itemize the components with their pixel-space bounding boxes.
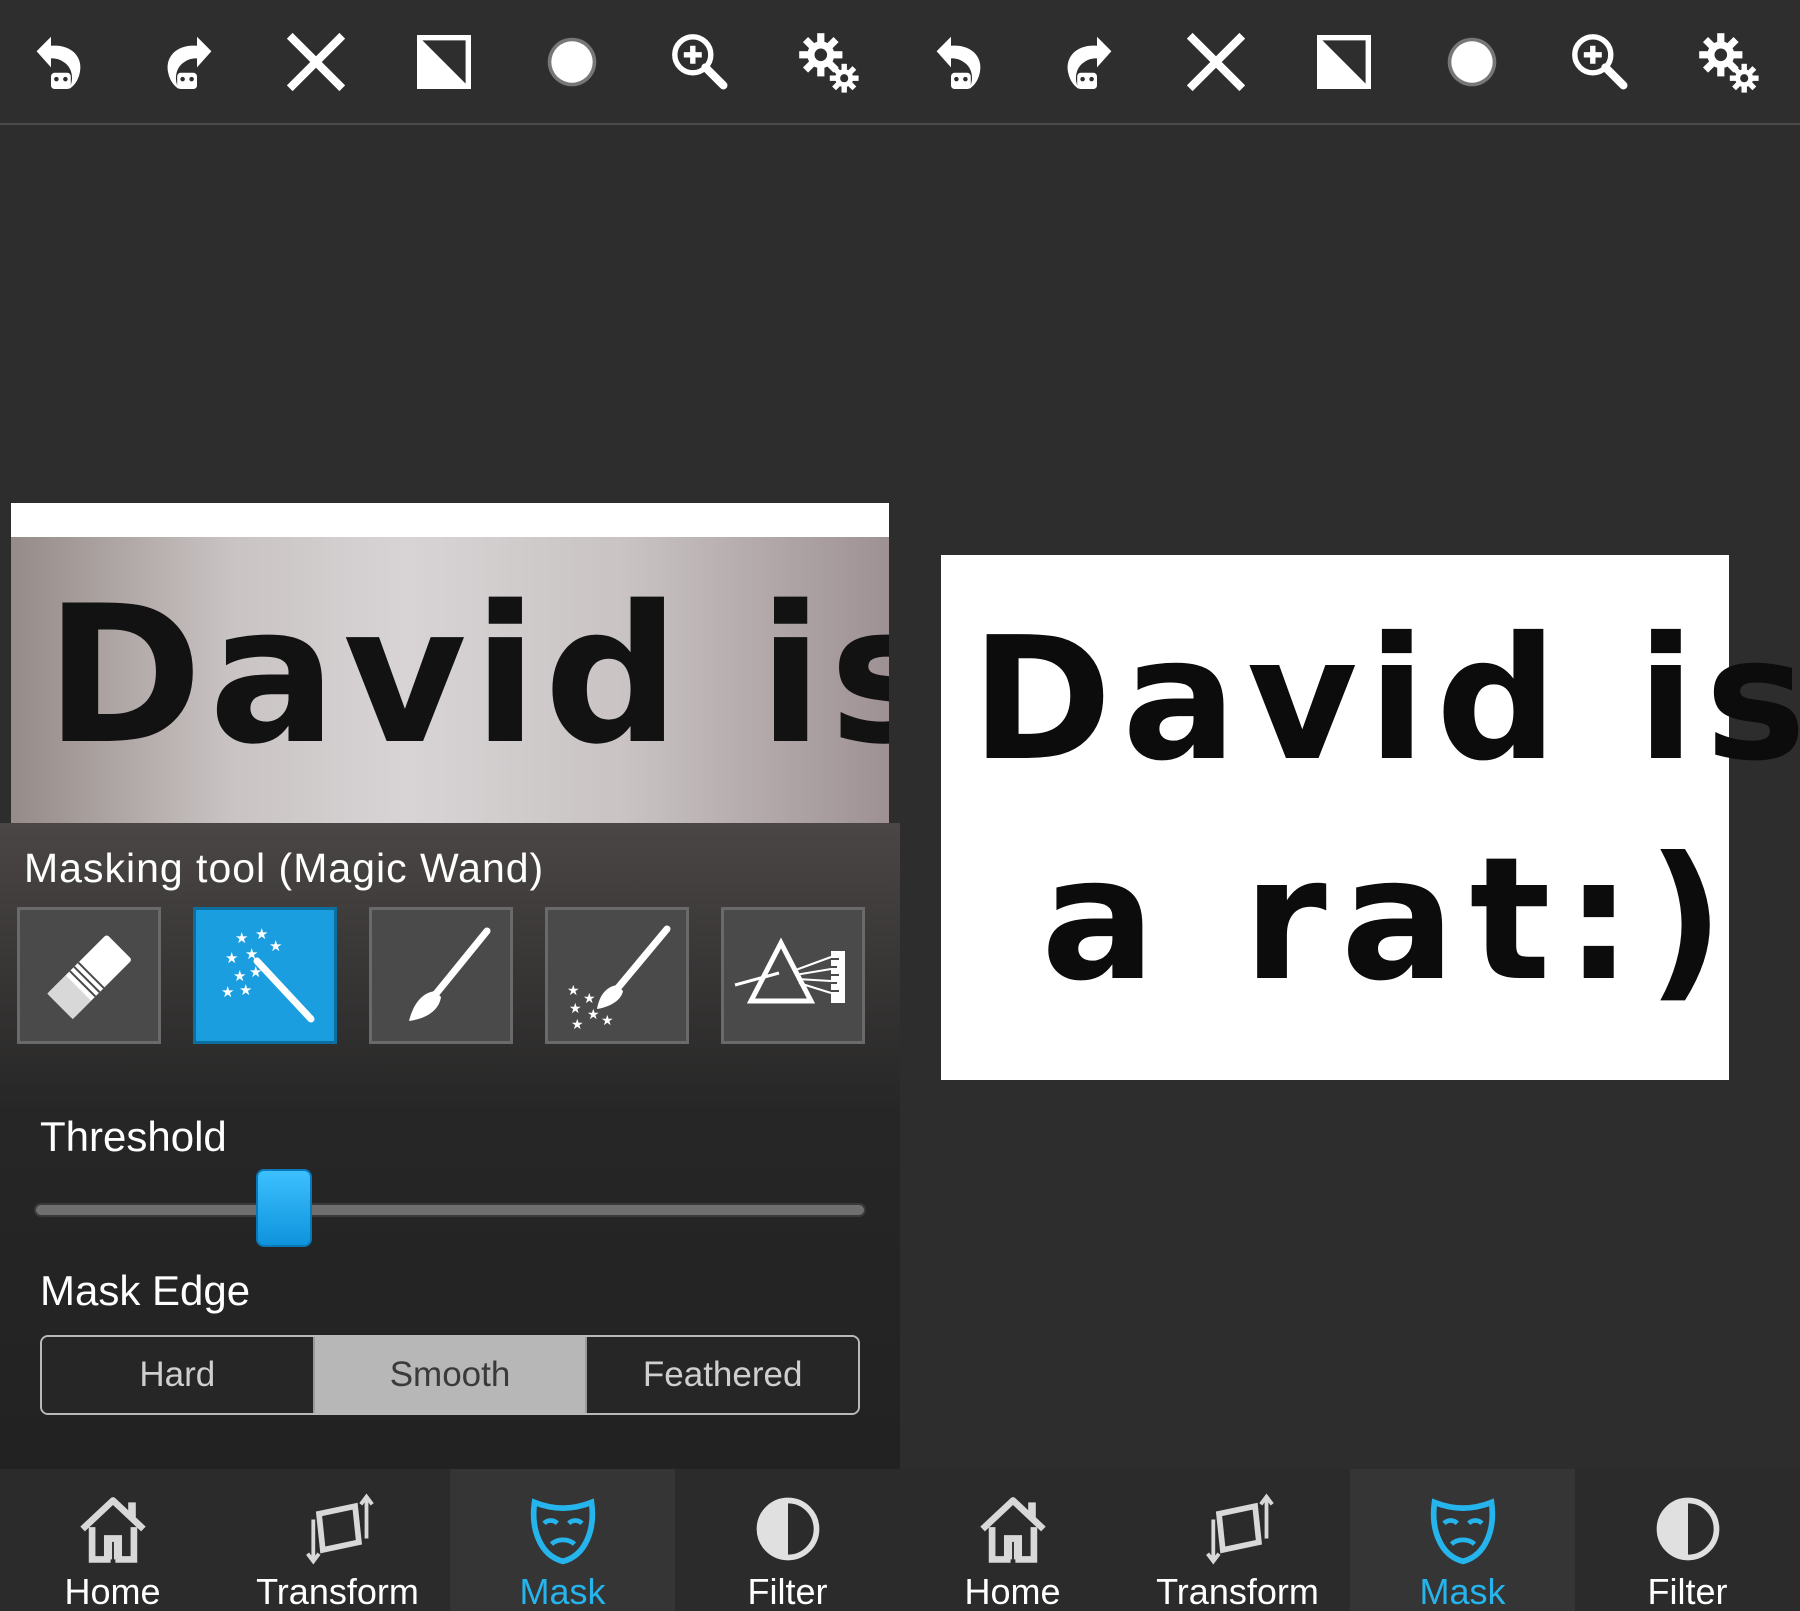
nav-item-filter[interactable]: Filter	[675, 1469, 900, 1611]
photo-top-strip	[11, 503, 889, 537]
nav-label-transform: Transform	[256, 1571, 419, 1611]
nav-item-filter[interactable]: Filter	[1575, 1469, 1800, 1611]
close-icon	[1186, 32, 1246, 92]
mask-edge-smooth[interactable]: Smooth	[312, 1337, 586, 1413]
bottom-navigation: Home Transform Mask Filter	[0, 1469, 900, 1611]
nav-item-transform[interactable]: Transform	[225, 1469, 450, 1611]
undo-button[interactable]	[920, 22, 1000, 102]
eraser-tool-button[interactable]	[17, 907, 161, 1044]
svg-text:★: ★	[571, 1017, 584, 1031]
nav-label-home: Home	[64, 1571, 161, 1611]
svg-text:★: ★	[601, 1013, 614, 1029]
magic-wand-icon: ★ ★★★ ★★ ★★ ★	[221, 925, 315, 1022]
svg-text:★: ★	[583, 991, 596, 1007]
nav-label-home: Home	[964, 1571, 1061, 1611]
svg-text:★: ★	[569, 1001, 582, 1017]
undo-button[interactable]	[20, 22, 100, 102]
filter-icon	[756, 1497, 819, 1561]
brush-size-button[interactable]	[532, 22, 612, 102]
transform-icon	[305, 1493, 374, 1565]
home-icon	[79, 1497, 146, 1563]
bottom-navigation: Home Transform Mask Filter	[900, 1469, 1800, 1611]
sparkle-brush-tool-button[interactable]: ★ ★ ★ ★ ★ ★	[545, 907, 689, 1044]
threshold-slider-thumb[interactable]	[255, 1169, 312, 1247]
nav-item-transform[interactable]: Transform	[1125, 1469, 1350, 1611]
left-screen: David is Masking tool (Magic Wand) ★ ★ ★ ★ ★…	[0, 0, 900, 1611]
masked-result-preview[interactable]: David is a rat:)	[941, 555, 1800, 1080]
redo-icon	[1067, 36, 1112, 89]
brush-size-icon	[1447, 37, 1497, 87]
nav-item-mask[interactable]: Mask	[450, 1469, 675, 1611]
clear-button[interactable]	[276, 22, 356, 102]
redo-button[interactable]	[1048, 22, 1128, 102]
clear-button[interactable]	[1176, 22, 1256, 102]
photo-handwriting: David is	[45, 565, 889, 786]
invert-button[interactable]	[404, 22, 484, 102]
svg-text:★: ★	[225, 949, 238, 967]
brush-size-icon	[547, 37, 597, 87]
mask-edge-label: Mask Edge	[40, 1267, 251, 1314]
mask-icon	[530, 1498, 595, 1565]
settings-icon	[1699, 33, 1759, 93]
zoom-in-icon	[672, 34, 728, 90]
close-icon	[286, 32, 346, 92]
threshold-label: Threshold	[40, 1113, 227, 1160]
nav-item-mask[interactable]: Mask	[1350, 1469, 1575, 1611]
redo-button[interactable]	[148, 22, 228, 102]
top-toolbar	[0, 0, 900, 125]
invert-button[interactable]	[1304, 22, 1384, 102]
nav-item-home[interactable]: Home	[0, 1469, 225, 1611]
brush-size-button[interactable]	[1432, 22, 1512, 102]
zoom-button[interactable]	[1560, 22, 1640, 102]
invert-icon	[417, 35, 471, 89]
nav-label-filter: Filter	[747, 1571, 828, 1611]
nav-label-transform: Transform	[1156, 1571, 1319, 1611]
settings-icon	[799, 33, 859, 93]
result-line-1: David is	[971, 601, 1800, 799]
mask-edge-hard[interactable]: Hard	[42, 1337, 313, 1413]
threshold-slider-track[interactable]	[34, 1203, 866, 1217]
transform-icon	[1205, 1493, 1274, 1565]
mask-edge-feathered[interactable]: Feathered	[585, 1337, 858, 1413]
magic-wand-tool-button[interactable]: ★ ★ ★ ★ ★ ★ ★ ★ ★	[193, 907, 337, 1044]
svg-text:★: ★	[567, 983, 580, 999]
svg-text:★: ★	[269, 937, 282, 955]
undo-icon	[936, 36, 981, 89]
brush-icon	[409, 927, 491, 1021]
svg-text:★: ★	[255, 925, 268, 943]
prism-icon	[734, 937, 845, 1003]
mask-edge-segmented-control: Hard Smooth Feathered	[40, 1335, 860, 1415]
right-screen: David is a rat:) Home Transform Mask Fil…	[900, 0, 1800, 1611]
svg-text:★: ★	[249, 963, 262, 981]
settings-button[interactable]	[788, 22, 868, 102]
invert-icon	[1317, 35, 1371, 89]
undo-icon	[36, 36, 81, 89]
sparkle-brush-icon: ★ ★★ ★★ ★	[567, 925, 671, 1031]
nav-label-mask: Mask	[1419, 1571, 1506, 1611]
settings-button[interactable]	[1688, 22, 1768, 102]
result-line-2: a rat:)	[1041, 821, 1739, 1019]
svg-text:★: ★	[587, 1007, 600, 1023]
brush-tool-button[interactable]	[369, 907, 513, 1044]
nav-item-home[interactable]: Home	[900, 1469, 1125, 1611]
masking-tool-title: Masking tool (Magic Wand)	[24, 845, 545, 891]
svg-text:★: ★	[245, 945, 258, 963]
svg-text:★: ★	[221, 983, 234, 1001]
nav-label-mask: Mask	[519, 1571, 606, 1611]
zoom-button[interactable]	[660, 22, 740, 102]
top-toolbar	[900, 0, 1800, 125]
nav-label-filter: Filter	[1647, 1571, 1728, 1611]
filter-icon	[1656, 1497, 1719, 1561]
zoom-in-icon	[1572, 34, 1628, 90]
prism-tool-button[interactable]	[721, 907, 865, 1044]
home-icon	[979, 1497, 1046, 1563]
photo-preview[interactable]: David is	[11, 537, 889, 823]
svg-text:★: ★	[239, 981, 252, 999]
mask-icon	[1430, 1498, 1495, 1565]
redo-icon	[167, 36, 212, 89]
masking-panel: Masking tool (Magic Wand) ★ ★ ★ ★ ★ ★ ★ ★ ★ ★ ★ ★ ★…	[0, 823, 900, 1469]
eraser-icon	[47, 935, 131, 1019]
